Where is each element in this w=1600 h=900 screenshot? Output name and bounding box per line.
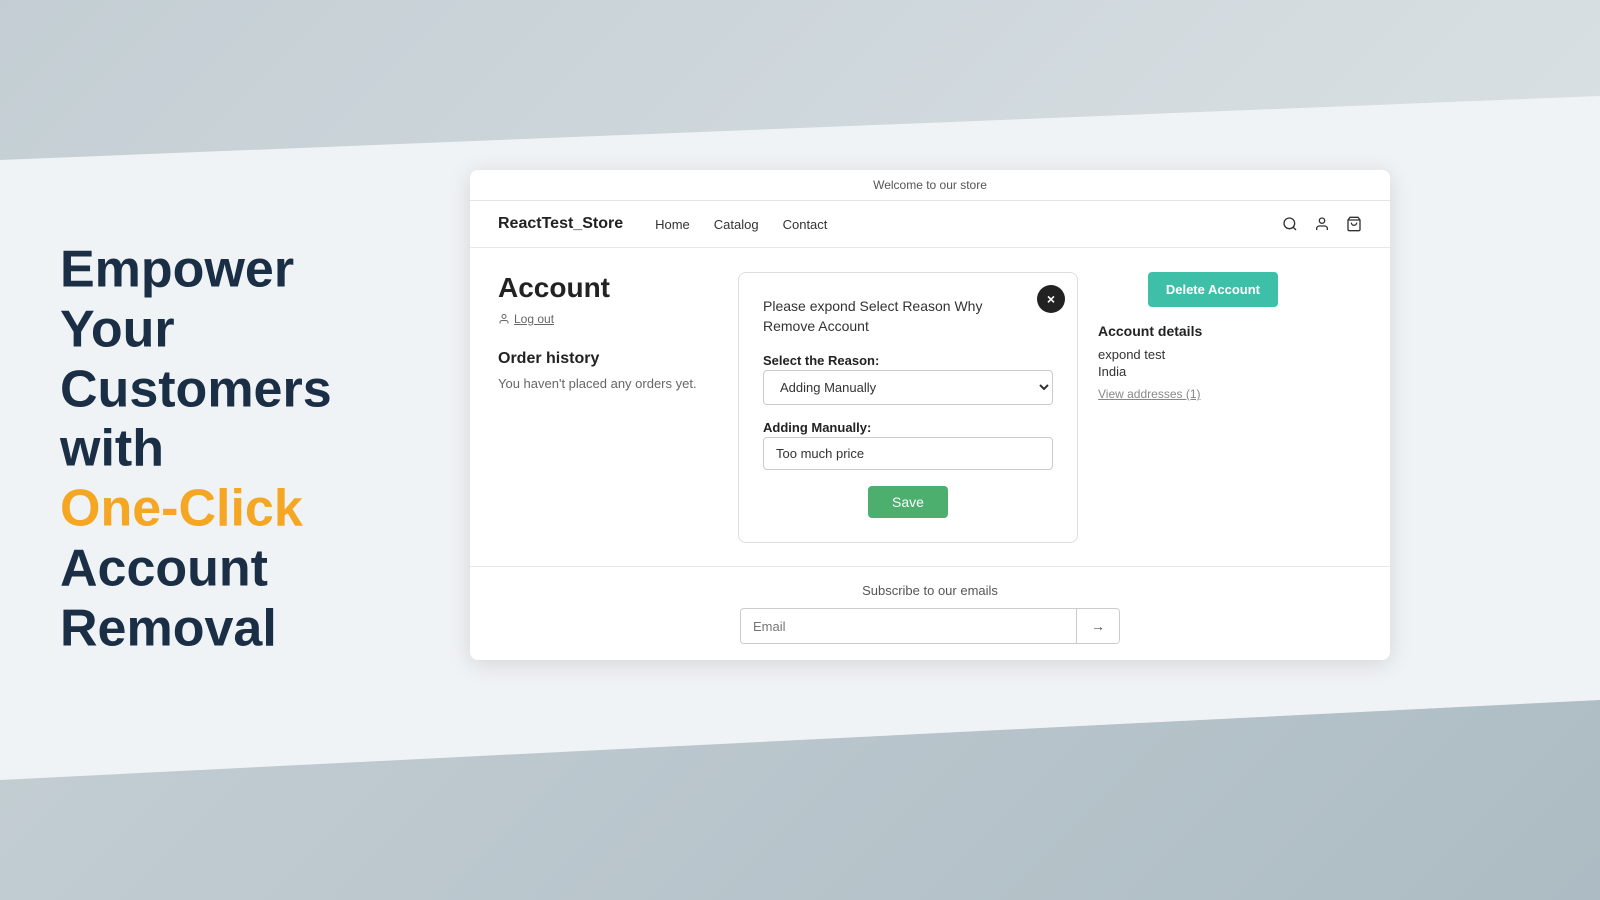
store-main: Account Log out Order history You haven'… (470, 248, 1390, 566)
headline-line4: Account (60, 540, 420, 600)
logout-label: Log out (514, 312, 554, 326)
close-icon: × (1047, 291, 1055, 307)
account-button[interactable] (1314, 216, 1330, 232)
reason-input[interactable] (763, 437, 1053, 470)
user-small-icon (498, 313, 510, 325)
modal-title: Please expond Select Reason Why Remove A… (763, 297, 1053, 336)
account-left: Account Log out Order history You haven'… (498, 272, 718, 542)
headline-line2: Customers with (60, 360, 420, 480)
store-logo: ReactTest_Store (498, 215, 623, 233)
logout-link[interactable]: Log out (498, 312, 718, 326)
view-addresses-link[interactable]: View addresses (1) (1098, 387, 1278, 401)
account-title: Account (498, 272, 718, 304)
store-nav: ReactTest_Store Home Catalog Contact (470, 201, 1390, 248)
store-window: Welcome to our store ReactTest_Store Hom… (470, 170, 1390, 660)
modal-close-button[interactable]: × (1037, 285, 1065, 313)
headline-line3: One-Click (60, 480, 420, 540)
save-button[interactable]: Save (868, 486, 948, 518)
modal-card: × Please expond Select Reason Why Remove… (738, 272, 1078, 543)
subscribe-label: Subscribe to our emails (498, 583, 1362, 598)
order-history-title: Order history (498, 350, 718, 368)
delete-account-button[interactable]: Delete Account (1148, 272, 1278, 307)
search-icon (1282, 216, 1298, 232)
customer-name: expond test (1098, 347, 1278, 362)
sub-label: Adding Manually: (763, 420, 871, 435)
user-icon (1314, 216, 1330, 232)
email-input[interactable] (741, 610, 1076, 643)
store-footer: Subscribe to our emails → (470, 566, 1390, 660)
nav-icons (1282, 216, 1362, 232)
reason-select[interactable]: Adding Manually Too expensive Not useful… (763, 370, 1053, 405)
email-form: → (740, 608, 1120, 644)
nav-link-catalog[interactable]: Catalog (714, 217, 759, 232)
order-history-empty: You haven't placed any orders yet. (498, 376, 718, 391)
nav-links: Home Catalog Contact (655, 217, 1282, 232)
topbar-text: Welcome to our store (873, 178, 987, 192)
cart-icon (1346, 216, 1362, 232)
account-details-title: Account details (1098, 323, 1278, 339)
headline-line1: Empower Your (60, 241, 420, 361)
account-details-section: Account details expond test India View a… (1098, 323, 1278, 401)
nav-link-contact[interactable]: Contact (783, 217, 828, 232)
cart-button[interactable] (1346, 216, 1362, 232)
account-right: Delete Account Account details expond te… (1098, 272, 1278, 542)
headline-line5: Removal (60, 599, 420, 659)
email-submit-button[interactable]: → (1076, 609, 1119, 643)
customer-country: India (1098, 364, 1278, 379)
search-button[interactable] (1282, 216, 1298, 232)
store-topbar: Welcome to our store (470, 170, 1390, 201)
select-reason-label: Select the Reason: (763, 353, 879, 368)
nav-link-home[interactable]: Home (655, 217, 690, 232)
left-panel: Empower Your Customers with One-Click Ac… (60, 241, 420, 660)
